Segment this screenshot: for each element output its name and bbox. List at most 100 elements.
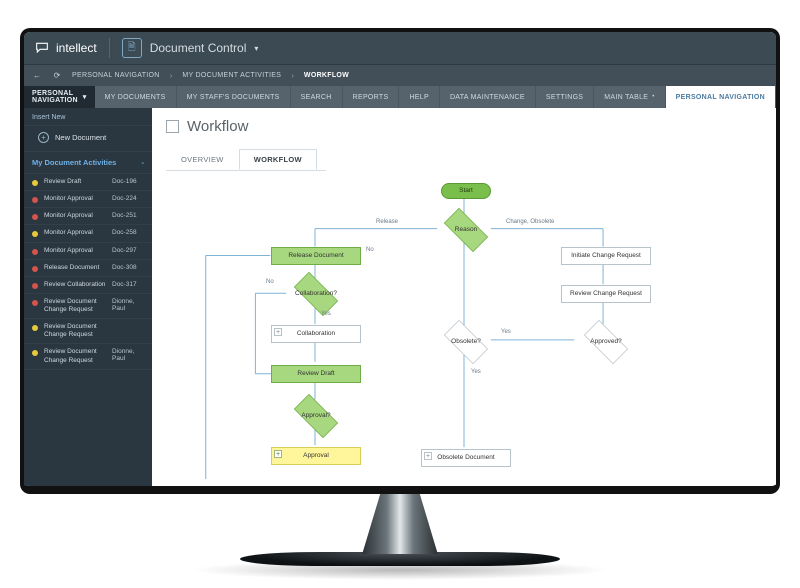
new-document-label: New Document — [55, 133, 106, 142]
module-selector[interactable]: 🗎 Document Control ▾ — [122, 38, 259, 58]
tab-settings[interactable]: SETTINGS — [536, 86, 594, 108]
sidebar-item[interactable]: Monitor ApprovalDoc-251 — [24, 208, 152, 225]
refresh-icon[interactable]: ⟳ — [52, 71, 62, 80]
sidebar-activity-list: Review DraftDoc-196Monitor ApprovalDoc-2… — [24, 174, 152, 486]
sidebar-item[interactable]: Review Document Change RequestDionne, Pa… — [24, 294, 152, 319]
vertical-divider — [109, 38, 110, 58]
flow-reason-decision[interactable]: Reason — [437, 215, 495, 245]
sidebar-item-label: Release Document — [44, 264, 106, 272]
checkbox[interactable] — [166, 120, 179, 133]
tab-main-table[interactable]: MAIN TABLE — [594, 86, 665, 108]
sidebar-section-label: My Document Activities — [32, 158, 116, 167]
flow-collaboration-decision[interactable]: Collaboration? — [287, 279, 345, 309]
tab-my-documents[interactable]: MY DOCUMENTS — [95, 86, 177, 108]
sidebar-title-text: PERSONAL NAVIGATION — [32, 90, 83, 104]
flow-release-document[interactable]: Release Document — [271, 247, 361, 265]
edge-label: Release — [376, 219, 398, 225]
page-title: Workflow — [166, 118, 762, 135]
status-dot-icon — [32, 231, 38, 237]
sidebar-item[interactable]: Monitor ApprovalDoc-224 — [24, 191, 152, 208]
status-dot-icon — [32, 300, 38, 306]
main-content: Workflow OVERVIEW WORKFLOW — [152, 108, 776, 486]
sidebar-section-insert: Insert New — [24, 108, 152, 126]
flow-approval-decision[interactable]: Approval? — [287, 401, 345, 431]
flow-collaboration[interactable]: +Collaboration — [271, 325, 361, 343]
sidebar-item[interactable]: Release Document Doc-308 — [24, 260, 152, 277]
edge-label: Yes — [501, 329, 511, 335]
edge-label: Yes — [471, 369, 481, 375]
sidebar-item-value: Doc-258 — [112, 229, 146, 236]
sidebar-item[interactable]: Review CollaborationDoc-317 — [24, 277, 152, 294]
new-document-button[interactable]: + New Document — [24, 126, 152, 151]
breadcrumb-item[interactable]: PERSONAL NAVIGATION — [72, 72, 160, 79]
status-dot-icon — [32, 249, 38, 255]
sidebar-item-value: Doc-317 — [112, 281, 146, 288]
sidebar-item-value: Doc-297 — [112, 247, 146, 254]
sidebar-item-label: Review Document Change Request — [44, 348, 106, 364]
sidebar-section-activities[interactable]: My Document Activities - — [24, 151, 152, 174]
sidebar-item-label: Review Draft — [44, 178, 106, 186]
sidebar-item-value: Dionne, Paul — [112, 298, 146, 312]
tabs-bar: MY DOCUMENTSMY STAFF'S DOCUMENTSSEARCHRE… — [95, 86, 776, 108]
sidebar-item-value: Doc-196 — [112, 178, 146, 185]
sidebar-item[interactable]: Monitor Approval Doc-258 — [24, 225, 152, 242]
breadcrumb-item-current: WORKFLOW — [304, 72, 349, 79]
flow-obsolete-decision[interactable]: Obsolete? — [437, 327, 495, 357]
app-screen: intellect 🗎 Document Control ▾ ← ⟳ PERSO… — [24, 32, 776, 486]
flow-initiate-change[interactable]: Initiate Change Request — [561, 247, 651, 265]
sidebar-title[interactable]: PERSONAL NAVIGATION ▾ — [24, 86, 95, 108]
edge-label: No — [266, 279, 274, 285]
status-dot-icon — [32, 266, 38, 272]
tab-personal-navigation[interactable]: PERSONAL NAVIGATION — [666, 86, 776, 108]
sidebar-item-value: Doc-308 — [112, 264, 146, 271]
brand-logo[interactable]: intellect — [34, 40, 97, 56]
subtab-overview[interactable]: OVERVIEW — [166, 149, 239, 170]
tab-search[interactable]: SEARCH — [291, 86, 343, 108]
sidebar-item[interactable]: Review Document Change Request Dionne, Pa… — [24, 344, 152, 369]
app-topbar: intellect 🗎 Document Control ▾ — [24, 32, 776, 64]
caret-down-icon: ▾ — [254, 44, 258, 53]
tab-help[interactable]: HELP — [399, 86, 440, 108]
monitor-shadow — [190, 560, 610, 580]
subtab-workflow[interactable]: WORKFLOW — [239, 149, 317, 170]
sidebar-item-label: Review Document Change Request — [44, 323, 106, 339]
edge-label: No — [366, 247, 374, 253]
breadcrumb-item[interactable]: MY DOCUMENT ACTIVITIES — [182, 72, 281, 79]
status-dot-icon — [32, 283, 38, 289]
tab-my-staff-s-documents[interactable]: MY STAFF'S DOCUMENTS — [177, 86, 291, 108]
brand-text: intellect — [56, 41, 97, 55]
tab-reports[interactable]: REPORTS — [343, 86, 400, 108]
sidebar-item-value: Dionne, Paul — [112, 348, 146, 362]
edge-label: Change, Obsolete — [506, 219, 554, 225]
flow-review-draft[interactable]: Review Draft — [271, 365, 361, 383]
back-icon[interactable]: ← — [32, 71, 42, 80]
flow-obsolete-document[interactable]: +Obsolete Document — [421, 449, 511, 467]
sidebar: Insert New + New Document My Document Ac… — [24, 108, 152, 486]
monitor-stand-neck — [355, 494, 445, 554]
sidebar-item-label: Monitor Approval — [44, 212, 106, 220]
collapse-icon: - — [142, 158, 145, 167]
monitor-frame: intellect 🗎 Document Control ▾ ← ⟳ PERSO… — [20, 28, 780, 580]
breadcrumb-bar: ← ⟳ PERSONAL NAVIGATION › MY DOCUMENT AC… — [24, 64, 776, 86]
sidebar-item[interactable]: Review Document Change Request — [24, 319, 152, 344]
sidebar-item[interactable]: Monitor Approval Doc-297 — [24, 243, 152, 260]
monitor-bezel: intellect 🗎 Document Control ▾ ← ⟳ PERSO… — [20, 28, 780, 494]
tab-data-maintenance[interactable]: DATA MAINTENANCE — [440, 86, 536, 108]
workflow-diagram: Start Reason Release Change, Obsolete Re… — [166, 181, 762, 486]
sidebar-item[interactable]: Review Draft Doc-196 — [24, 174, 152, 191]
status-dot-icon — [32, 197, 38, 203]
document-icon: 🗎 — [122, 38, 142, 58]
status-dot-icon — [32, 325, 38, 331]
flow-approval[interactable]: +Approval — [271, 447, 361, 465]
caret-down-icon: ▾ — [83, 93, 87, 101]
sidebar-item-label: Monitor Approval — [44, 195, 106, 203]
flow-review-change[interactable]: Review Change Request — [561, 285, 651, 303]
sidebar-item-label: Monitor Approval — [44, 229, 106, 237]
content-subtabs: OVERVIEW WORKFLOW — [166, 149, 326, 171]
edge-label: Yes — [321, 311, 331, 317]
chat-bubble-icon — [34, 40, 50, 56]
flow-start[interactable]: Start — [441, 183, 491, 199]
status-dot-icon — [32, 350, 38, 356]
sidebar-item-label: Monitor Approval — [44, 247, 106, 255]
flow-approved-decision[interactable]: Approved? — [577, 327, 635, 357]
